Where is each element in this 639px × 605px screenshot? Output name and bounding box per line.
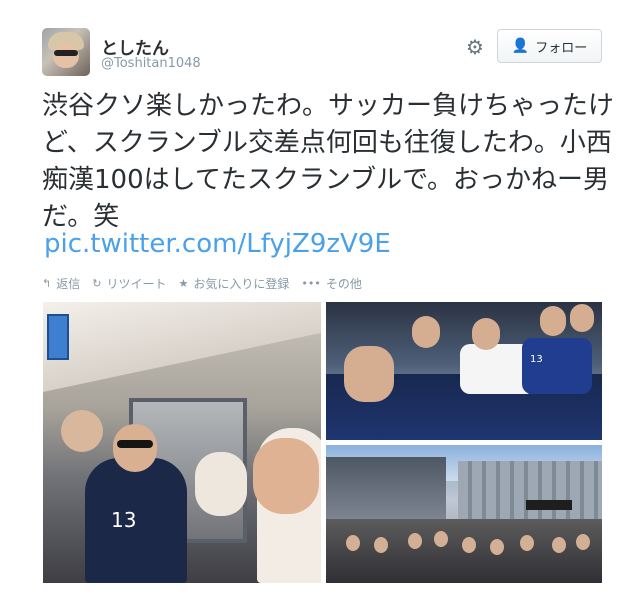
reply-label: 返信 xyxy=(56,276,81,291)
jersey-number: 13 xyxy=(111,508,137,532)
more-label: その他 xyxy=(325,276,362,291)
person-head xyxy=(520,535,534,551)
gear-icon[interactable]: ⚙ xyxy=(461,33,489,61)
person-head xyxy=(374,537,388,553)
retweet-action[interactable]: ↻ リツイート xyxy=(92,275,166,292)
jersey-number: 13 xyxy=(530,354,543,365)
avatar-face xyxy=(53,44,79,68)
person-face xyxy=(540,306,566,336)
person-head xyxy=(576,534,590,550)
person-face xyxy=(412,316,440,348)
glasses-icon xyxy=(117,440,153,448)
person-add-icon: 👤 xyxy=(511,38,530,54)
follow-button-label: フォロー xyxy=(535,40,588,56)
follow-button[interactable]: 👤 フォロー xyxy=(497,29,602,63)
jersey-person: 13 xyxy=(85,424,187,583)
photo-left[interactable]: 13 xyxy=(43,302,321,583)
favorite-action[interactable]: ★ お気に入りに登録 xyxy=(178,275,289,292)
person-head xyxy=(462,537,476,553)
person-head xyxy=(346,535,360,551)
tweet-actions: ↰ 返信 ↻ リツイート ★ お気に入りに登録 ••• その他 xyxy=(42,274,362,292)
blue-jersey: 13 xyxy=(522,338,592,394)
user-screenname[interactable]: @Toshitan1048 xyxy=(101,56,201,71)
person-face xyxy=(61,410,103,452)
person-head xyxy=(408,533,422,549)
person-body xyxy=(195,452,247,516)
photo-bottom-right[interactable] xyxy=(326,445,602,583)
person-head xyxy=(552,537,566,553)
person-head xyxy=(490,539,504,555)
more-action[interactable]: ••• その他 xyxy=(301,275,361,292)
person-head xyxy=(434,531,448,547)
tweet-link[interactable]: pic.twitter.com/LfyjZ9zV9E xyxy=(44,229,391,259)
avatar[interactable] xyxy=(42,28,90,76)
reply-icon: ↰ xyxy=(42,276,52,290)
avatar-glasses xyxy=(54,50,78,56)
person-face xyxy=(472,318,500,350)
reply-action[interactable]: ↰ 返信 xyxy=(42,275,80,292)
tweet-card: としたん @Toshitan1048 ⚙ 👤 フォロー 渋谷クソ楽しかったわ。サ… xyxy=(0,0,639,605)
favorite-label: お気に入りに登録 xyxy=(193,276,290,291)
photo-ceiling xyxy=(43,302,321,392)
tweet-text: 渋谷クソ楽しかったわ。サッカー負けちゃったけど、スクランブル交差点何回も往復した… xyxy=(42,91,615,232)
star-icon: ★ xyxy=(178,276,189,290)
person-face xyxy=(344,346,394,402)
person-face xyxy=(570,304,594,332)
retweet-icon: ↻ xyxy=(92,276,102,290)
more-icon: ••• xyxy=(301,276,321,290)
person-face xyxy=(113,424,157,472)
retweet-label: リツイート xyxy=(106,276,167,291)
person-face xyxy=(253,438,319,514)
building-sign xyxy=(526,500,572,510)
selfie-person xyxy=(253,428,321,583)
station-sign xyxy=(47,314,69,360)
photo-top-right[interactable]: 13 xyxy=(326,302,602,440)
